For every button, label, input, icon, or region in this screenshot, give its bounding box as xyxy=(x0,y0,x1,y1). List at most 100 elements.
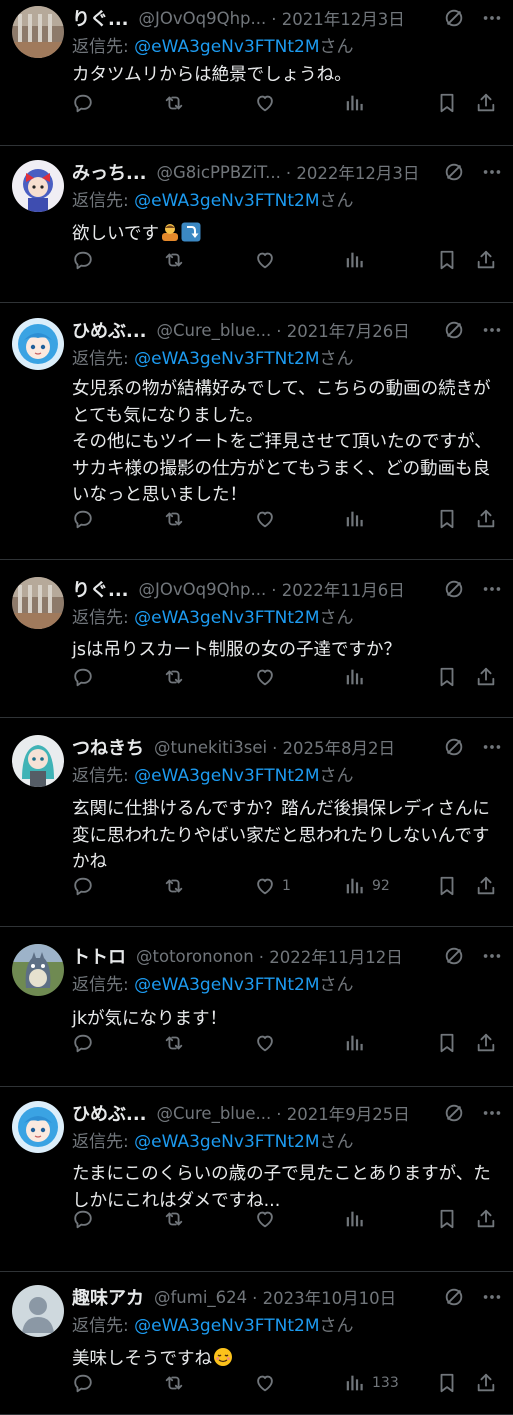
like-button[interactable] xyxy=(254,245,282,275)
user-avatar[interactable] xyxy=(12,944,64,996)
user-handle[interactable]: @tunekiti3sei xyxy=(154,738,267,757)
retweet-button[interactable] xyxy=(162,245,186,275)
tweet-date[interactable]: · 2022年11月6日 xyxy=(271,577,404,601)
bookmark-button[interactable] xyxy=(436,871,458,901)
tweet-date[interactable]: · 2023年10月10日 xyxy=(252,1285,396,1309)
user-avatar[interactable] xyxy=(12,318,64,370)
like-button[interactable] xyxy=(254,88,282,118)
like-button[interactable] xyxy=(254,1028,282,1058)
views-button[interactable]: 133 xyxy=(344,1368,399,1398)
grok-icon[interactable] xyxy=(443,736,465,758)
reply-tweet[interactable]: みっち... @G8icPPBZiT... · 2022年12月3日 返信先: @eW… xyxy=(0,146,513,303)
grok-icon[interactable] xyxy=(443,578,465,600)
replying-to-handle[interactable]: @eWA3geNv3FTNt2M xyxy=(134,766,319,786)
display-name[interactable]: トトロ xyxy=(72,943,126,969)
display-name[interactable]: りぐ... xyxy=(72,576,129,602)
share-button[interactable] xyxy=(475,1368,497,1398)
replying-to-handle[interactable]: @eWA3geNv3FTNt2M xyxy=(134,191,319,211)
display-name[interactable]: みっち... xyxy=(72,159,147,185)
share-button[interactable] xyxy=(475,88,497,118)
grok-icon[interactable] xyxy=(443,1102,465,1124)
bookmark-button[interactable] xyxy=(436,504,458,534)
retweet-button[interactable] xyxy=(162,1204,186,1234)
views-button[interactable] xyxy=(344,1204,372,1234)
views-button[interactable] xyxy=(344,88,372,118)
user-handle[interactable]: @Cure_blue... xyxy=(157,1104,272,1123)
bookmark-button[interactable] xyxy=(436,662,458,692)
user-avatar[interactable] xyxy=(12,6,64,58)
grok-icon[interactable] xyxy=(443,161,465,183)
tweet-date[interactable]: · 2021年9月25日 xyxy=(276,1101,409,1125)
grok-icon[interactable] xyxy=(443,319,465,341)
views-button[interactable]: 92 xyxy=(344,871,390,901)
reply-tweet[interactable]: ひめぶ... @Cure_blue... · 2021年9月25日 返信先: @eWA… xyxy=(0,1087,513,1272)
retweet-button[interactable] xyxy=(162,504,186,534)
grok-icon[interactable] xyxy=(443,7,465,29)
more-options-icon[interactable] xyxy=(481,319,503,341)
reply-tweet[interactable]: りぐ... @JOvOq9Qhp... · 2021年12月3日 返信先: @eWA3… xyxy=(0,0,513,146)
share-button[interactable] xyxy=(475,1204,497,1234)
more-options-icon[interactable] xyxy=(481,161,503,183)
tweet-date[interactable]: · 2022年12月3日 xyxy=(286,160,419,184)
display-name[interactable]: りぐ... xyxy=(72,5,129,31)
grok-icon[interactable] xyxy=(443,945,465,967)
replying-to-handle[interactable]: @eWA3geNv3FTNt2M xyxy=(134,608,319,628)
user-handle[interactable]: @totorononon xyxy=(136,947,254,966)
more-options-icon[interactable] xyxy=(481,578,503,600)
user-handle[interactable]: @JOvOq9Qhp... xyxy=(139,9,267,28)
bookmark-button[interactable] xyxy=(436,1204,458,1234)
display-name[interactable]: つねきち xyxy=(72,734,144,760)
user-handle[interactable]: @G8icPPBZiT... xyxy=(157,163,281,182)
reply-button[interactable] xyxy=(72,245,94,275)
replying-to-handle[interactable]: @eWA3geNv3FTNt2M xyxy=(134,1132,319,1152)
tweet-date[interactable]: · 2022年11月12日 xyxy=(259,944,403,968)
display-name[interactable]: 趣味アカ xyxy=(72,1284,144,1310)
retweet-button[interactable] xyxy=(162,88,186,118)
tweet-date[interactable]: · 2025年8月2日 xyxy=(272,735,395,759)
share-button[interactable] xyxy=(475,245,497,275)
user-handle[interactable]: @Cure_blue... xyxy=(157,321,272,340)
like-button[interactable] xyxy=(254,504,282,534)
grok-icon[interactable] xyxy=(443,1286,465,1308)
display-name[interactable]: ひめぶ... xyxy=(72,1100,147,1126)
user-avatar[interactable] xyxy=(12,577,64,629)
like-button[interactable] xyxy=(254,662,282,692)
views-button[interactable] xyxy=(344,1028,372,1058)
share-button[interactable] xyxy=(475,871,497,901)
replying-to-handle[interactable]: @eWA3geNv3FTNt2M xyxy=(134,349,319,369)
bookmark-button[interactable] xyxy=(436,1028,458,1058)
tweet-date[interactable]: · 2021年7月26日 xyxy=(276,318,409,342)
more-options-icon[interactable] xyxy=(481,7,503,29)
retweet-button[interactable] xyxy=(162,871,186,901)
share-button[interactable] xyxy=(475,504,497,534)
user-avatar[interactable] xyxy=(12,1285,64,1337)
reply-tweet[interactable]: ひめぶ... @Cure_blue... · 2021年7月26日 返信先: @eWA… xyxy=(0,303,513,560)
user-handle[interactable]: @JOvOq9Qhp... xyxy=(139,580,267,599)
user-avatar[interactable] xyxy=(12,735,64,787)
user-avatar[interactable] xyxy=(12,160,64,212)
bookmark-button[interactable] xyxy=(436,88,458,118)
bookmark-button[interactable] xyxy=(436,245,458,275)
retweet-button[interactable] xyxy=(162,1028,186,1058)
tweet-date[interactable]: · 2021年12月3日 xyxy=(271,6,404,30)
like-button[interactable]: 1 xyxy=(254,871,291,901)
reply-button[interactable] xyxy=(72,88,94,118)
like-button[interactable] xyxy=(254,1368,282,1398)
retweet-button[interactable] xyxy=(162,662,186,692)
reply-button[interactable] xyxy=(72,1028,94,1058)
share-button[interactable] xyxy=(475,1028,497,1058)
more-options-icon[interactable] xyxy=(481,1286,503,1308)
reply-tweet[interactable]: つねきち @tunekiti3sei · 2025年8月2日 返信先: @eWA3ge… xyxy=(0,718,513,927)
like-button[interactable] xyxy=(254,1204,282,1234)
reply-tweet[interactable]: トトロ @totorononon · 2022年11月12日 返信先: @eWA3ge… xyxy=(0,927,513,1087)
reply-tweet[interactable]: 趣味アカ @fumi_624 · 2023年10月10日 返信先: @eWA3geNv… xyxy=(0,1272,513,1415)
reply-button[interactable] xyxy=(72,871,94,901)
user-handle[interactable]: @fumi_624 xyxy=(154,1288,247,1307)
replying-to-handle[interactable]: @eWA3geNv3FTNt2M xyxy=(134,1316,319,1336)
display-name[interactable]: ひめぶ... xyxy=(72,317,147,343)
share-button[interactable] xyxy=(475,662,497,692)
views-button[interactable] xyxy=(344,662,372,692)
user-avatar[interactable] xyxy=(12,1101,64,1153)
bookmark-button[interactable] xyxy=(436,1368,458,1398)
more-options-icon[interactable] xyxy=(481,1102,503,1124)
